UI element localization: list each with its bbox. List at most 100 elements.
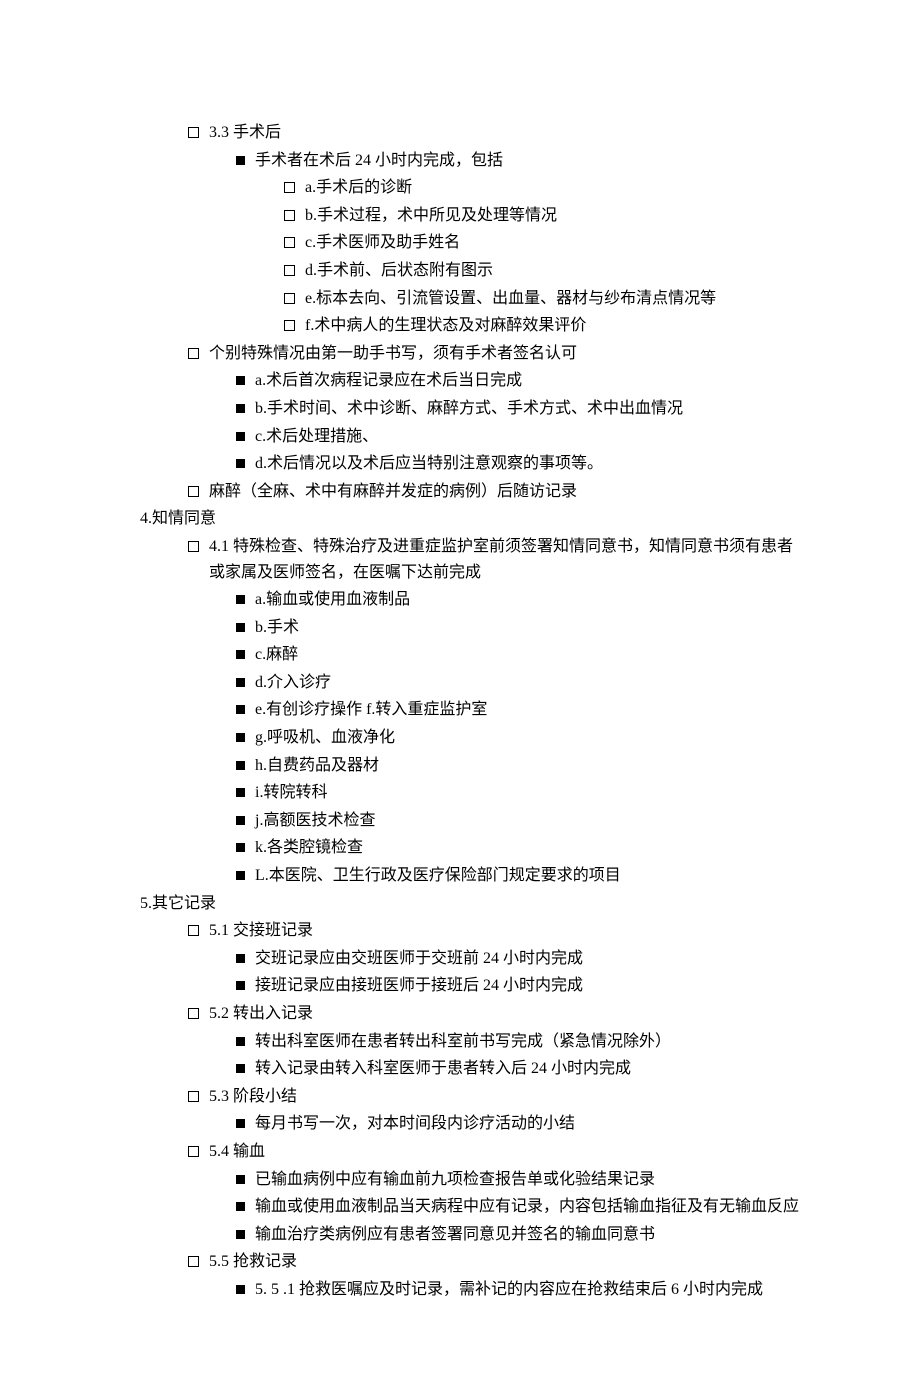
square-bullet-icon [236, 1175, 245, 1184]
line-text: 输血治疗类病例应有患者签署同意见并签名的输血同意书 [255, 1222, 800, 1248]
checkbox-bullet-icon [188, 1256, 199, 1267]
line-text: 转出科室医师在患者转出科室前书写完成（紧急情况除外） [255, 1029, 800, 1055]
document-line: a.术后首次病程记录应在术后当日完成 [140, 368, 800, 394]
line-text: 5.3 阶段小结 [209, 1084, 800, 1110]
document-line: 麻醉（全麻、术中有麻醉并发症的病例）后随访记录 [140, 479, 800, 505]
line-text: c.麻醉 [255, 642, 800, 668]
document-line: L.本医院、卫生行政及医疗保险部门规定要求的项目 [140, 863, 800, 889]
checkbox-bullet-icon [284, 320, 295, 331]
checkbox-bullet-icon [188, 1008, 199, 1019]
square-bullet-icon [236, 459, 245, 468]
document-line: k.各类腔镜检查 [140, 835, 800, 861]
line-text: b.手术过程，术中所见及处理等情况 [305, 203, 800, 229]
checkbox-bullet-icon [188, 127, 199, 138]
document-line: 4.知情同意 [140, 506, 800, 532]
checkbox-bullet-icon [188, 1146, 199, 1157]
line-text: 4.1 特殊检查、特殊治疗及进重症监护室前须签署知情同意书，知情同意书须有患者或… [209, 534, 800, 585]
checkbox-bullet-icon [188, 925, 199, 936]
document-line: 5.1 交接班记录 [140, 918, 800, 944]
document-line: d.手术前、后状态附有图示 [140, 258, 800, 284]
document-line: 交班记录应由交班医师于交班前 24 小时内完成 [140, 946, 800, 972]
checkbox-bullet-icon [188, 486, 199, 497]
line-text: 5.其它记录 [140, 891, 800, 917]
square-bullet-icon [236, 816, 245, 825]
line-text: a.手术后的诊断 [305, 175, 800, 201]
document-line: b.手术 [140, 615, 800, 641]
line-text: 3.3 手术后 [209, 120, 800, 146]
line-text: i.转院转科 [255, 780, 800, 806]
document-line: c.手术医师及助手姓名 [140, 230, 800, 256]
square-bullet-icon [236, 954, 245, 963]
line-text: 输血或使用血液制品当天病程中应有记录，内容包括输血指征及有无输血反应 [255, 1194, 800, 1220]
document-line: 5.2 转出入记录 [140, 1001, 800, 1027]
square-bullet-icon [236, 678, 245, 687]
document-line: c.术后处理措施、 [140, 424, 800, 450]
document-line: 5.其它记录 [140, 891, 800, 917]
square-bullet-icon [236, 156, 245, 165]
document-line: 接班记录应由接班医师于接班后 24 小时内完成 [140, 973, 800, 999]
line-text: 个别特殊情况由第一助手书写，须有手术者签名认可 [209, 341, 800, 367]
checkbox-bullet-icon [284, 182, 295, 193]
document-line: 3.3 手术后 [140, 120, 800, 146]
document-line: 5.3 阶段小结 [140, 1084, 800, 1110]
document-line: 输血治疗类病例应有患者签署同意见并签名的输血同意书 [140, 1222, 800, 1248]
document-line: c.麻醉 [140, 642, 800, 668]
square-bullet-icon [236, 843, 245, 852]
document-line: 转入记录由转入科室医师于患者转入后 24 小时内完成 [140, 1056, 800, 1082]
square-bullet-icon [236, 404, 245, 413]
line-text: 每月书写一次，对本时间段内诊疗活动的小结 [255, 1111, 800, 1137]
square-bullet-icon [236, 705, 245, 714]
square-bullet-icon [236, 1037, 245, 1046]
document-line: b.手术过程，术中所见及处理等情况 [140, 203, 800, 229]
square-bullet-icon [236, 623, 245, 632]
line-text: d.介入诊疗 [255, 670, 800, 696]
square-bullet-icon [236, 733, 245, 742]
document-line: a.手术后的诊断 [140, 175, 800, 201]
line-text: a.术后首次病程记录应在术后当日完成 [255, 368, 800, 394]
document-line: 转出科室医师在患者转出科室前书写完成（紧急情况除外） [140, 1029, 800, 1055]
document-line: 输血或使用血液制品当天病程中应有记录，内容包括输血指征及有无输血反应 [140, 1194, 800, 1220]
line-text: 已输血病例中应有输血前九项检查报告单或化验结果记录 [255, 1167, 800, 1193]
document-line: 已输血病例中应有输血前九项检查报告单或化验结果记录 [140, 1167, 800, 1193]
square-bullet-icon [236, 1202, 245, 1211]
document-line: h.自费药品及器材 [140, 753, 800, 779]
line-text: h.自费药品及器材 [255, 753, 800, 779]
line-text: g.呼吸机、血液净化 [255, 725, 800, 751]
document-line: e.标本去向、引流管设置、出血量、器材与纱布清点情况等 [140, 286, 800, 312]
checkbox-bullet-icon [284, 293, 295, 304]
line-text: e.标本去向、引流管设置、出血量、器材与纱布清点情况等 [305, 286, 800, 312]
document-line: 每月书写一次，对本时间段内诊疗活动的小结 [140, 1111, 800, 1137]
document-line: 个别特殊情况由第一助手书写，须有手术者签名认可 [140, 341, 800, 367]
square-bullet-icon [236, 650, 245, 659]
line-text: e.有创诊疗操作 f.转入重症监护室 [255, 697, 800, 723]
checkbox-bullet-icon [284, 210, 295, 221]
document-line: g.呼吸机、血液净化 [140, 725, 800, 751]
document-line: d.术后情况以及术后应当特别注意观察的事项等。 [140, 451, 800, 477]
square-bullet-icon [236, 1285, 245, 1294]
line-text: a.输血或使用血液制品 [255, 587, 800, 613]
line-text: 接班记录应由接班医师于接班后 24 小时内完成 [255, 973, 800, 999]
document-line: 5.5 抢救记录 [140, 1249, 800, 1275]
document-line: b.手术时间、术中诊断、麻醉方式、手术方式、术中出血情况 [140, 396, 800, 422]
square-bullet-icon [236, 376, 245, 385]
line-text: 5. 5 .1 抢救医嘱应及时记录，需补记的内容应在抢救结束后 6 小时内完成 [255, 1277, 800, 1303]
line-text: k.各类腔镜检查 [255, 835, 800, 861]
line-text: j.高额医技术检查 [255, 808, 800, 834]
square-bullet-icon [236, 1230, 245, 1239]
line-text: d.手术前、后状态附有图示 [305, 258, 800, 284]
document-line: f.术中病人的生理状态及对麻醉效果评价 [140, 313, 800, 339]
line-text: b.手术时间、术中诊断、麻醉方式、手术方式、术中出血情况 [255, 396, 800, 422]
line-text: b.手术 [255, 615, 800, 641]
document-content: 3.3 手术后手术者在术后 24 小时内完成，包括a.手术后的诊断b.手术过程，… [140, 120, 800, 1303]
square-bullet-icon [236, 1119, 245, 1128]
line-text: L.本医院、卫生行政及医疗保险部门规定要求的项目 [255, 863, 800, 889]
line-text: 手术者在术后 24 小时内完成，包括 [255, 148, 800, 174]
square-bullet-icon [236, 595, 245, 604]
line-text: 5.4 输血 [209, 1139, 800, 1165]
document-line: j.高额医技术检查 [140, 808, 800, 834]
line-text: 4.知情同意 [140, 506, 800, 532]
document-line: 手术者在术后 24 小时内完成，包括 [140, 148, 800, 174]
square-bullet-icon [236, 432, 245, 441]
line-text: 转入记录由转入科室医师于患者转入后 24 小时内完成 [255, 1056, 800, 1082]
square-bullet-icon [236, 1064, 245, 1073]
